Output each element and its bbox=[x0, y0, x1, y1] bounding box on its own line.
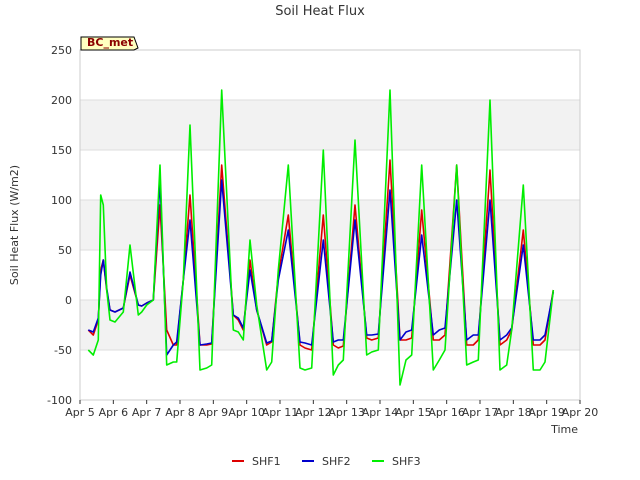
x-axis-ticks: Apr 5 Apr 6 Apr 7 Apr 8 Apr 9 Apr 10Apr 11Apr… bbox=[65, 400, 598, 419]
y-tick-label: 250 bbox=[51, 44, 72, 57]
y-axis-ticks: -100-50050100150200250 bbox=[47, 44, 72, 407]
background-band bbox=[80, 100, 580, 150]
x-tick-label: Apr 12 bbox=[295, 406, 332, 419]
legend-label: SHF3 bbox=[392, 455, 421, 468]
x-tick-label: Apr 16 bbox=[428, 406, 465, 419]
y-tick-label: 50 bbox=[58, 244, 72, 257]
y-tick-label: 200 bbox=[51, 94, 72, 107]
background-band bbox=[80, 200, 580, 250]
y-tick-label: 100 bbox=[51, 194, 72, 207]
y-axis-label: Soil Heat Flux (W/m2) bbox=[8, 165, 21, 285]
y-tick-label: -50 bbox=[54, 344, 72, 357]
x-tick-label: Apr 11 bbox=[262, 406, 299, 419]
x-tick-label: Apr 10 bbox=[228, 406, 265, 419]
x-tick-label: Apr 9 bbox=[199, 406, 229, 419]
x-tick-label: Apr 18 bbox=[495, 406, 532, 419]
legend-item-shf2: SHF2 bbox=[302, 455, 351, 468]
legend-label: SHF2 bbox=[322, 455, 351, 468]
x-tick-label: Apr 13 bbox=[328, 406, 365, 419]
legend-item-shf1: SHF1 bbox=[232, 455, 281, 468]
x-tick-label: Apr 15 bbox=[395, 406, 432, 419]
x-tick-label: Apr 17 bbox=[462, 406, 499, 419]
soil-heat-flux-chart: -100-50050100150200250 Apr 5 Apr 6 Apr 7 Ap… bbox=[8, 4, 598, 468]
y-tick-label: 0 bbox=[65, 294, 72, 307]
x-tick-label: Apr 8 bbox=[165, 406, 195, 419]
x-tick-label: Apr 7 bbox=[132, 406, 162, 419]
annotation-tag-label: BC_met bbox=[87, 36, 133, 49]
legend-item-shf3: SHF3 bbox=[372, 455, 421, 468]
legend: SHF1 SHF2 SHF3 bbox=[232, 455, 421, 468]
x-tick-label: Apr 6 bbox=[99, 406, 129, 419]
annotation-tag: BC_met bbox=[80, 36, 139, 51]
legend-label: SHF1 bbox=[252, 455, 281, 468]
x-tick-label: Apr 19 bbox=[528, 406, 565, 419]
x-tick-label: Apr 14 bbox=[362, 406, 399, 419]
x-tick-label: Apr 5 bbox=[65, 406, 95, 419]
chart-title: Soil Heat Flux bbox=[275, 4, 365, 19]
x-axis-label: Time bbox=[550, 423, 578, 436]
y-tick-label: 150 bbox=[51, 144, 72, 157]
x-tick-label: Apr 20 bbox=[562, 406, 599, 419]
